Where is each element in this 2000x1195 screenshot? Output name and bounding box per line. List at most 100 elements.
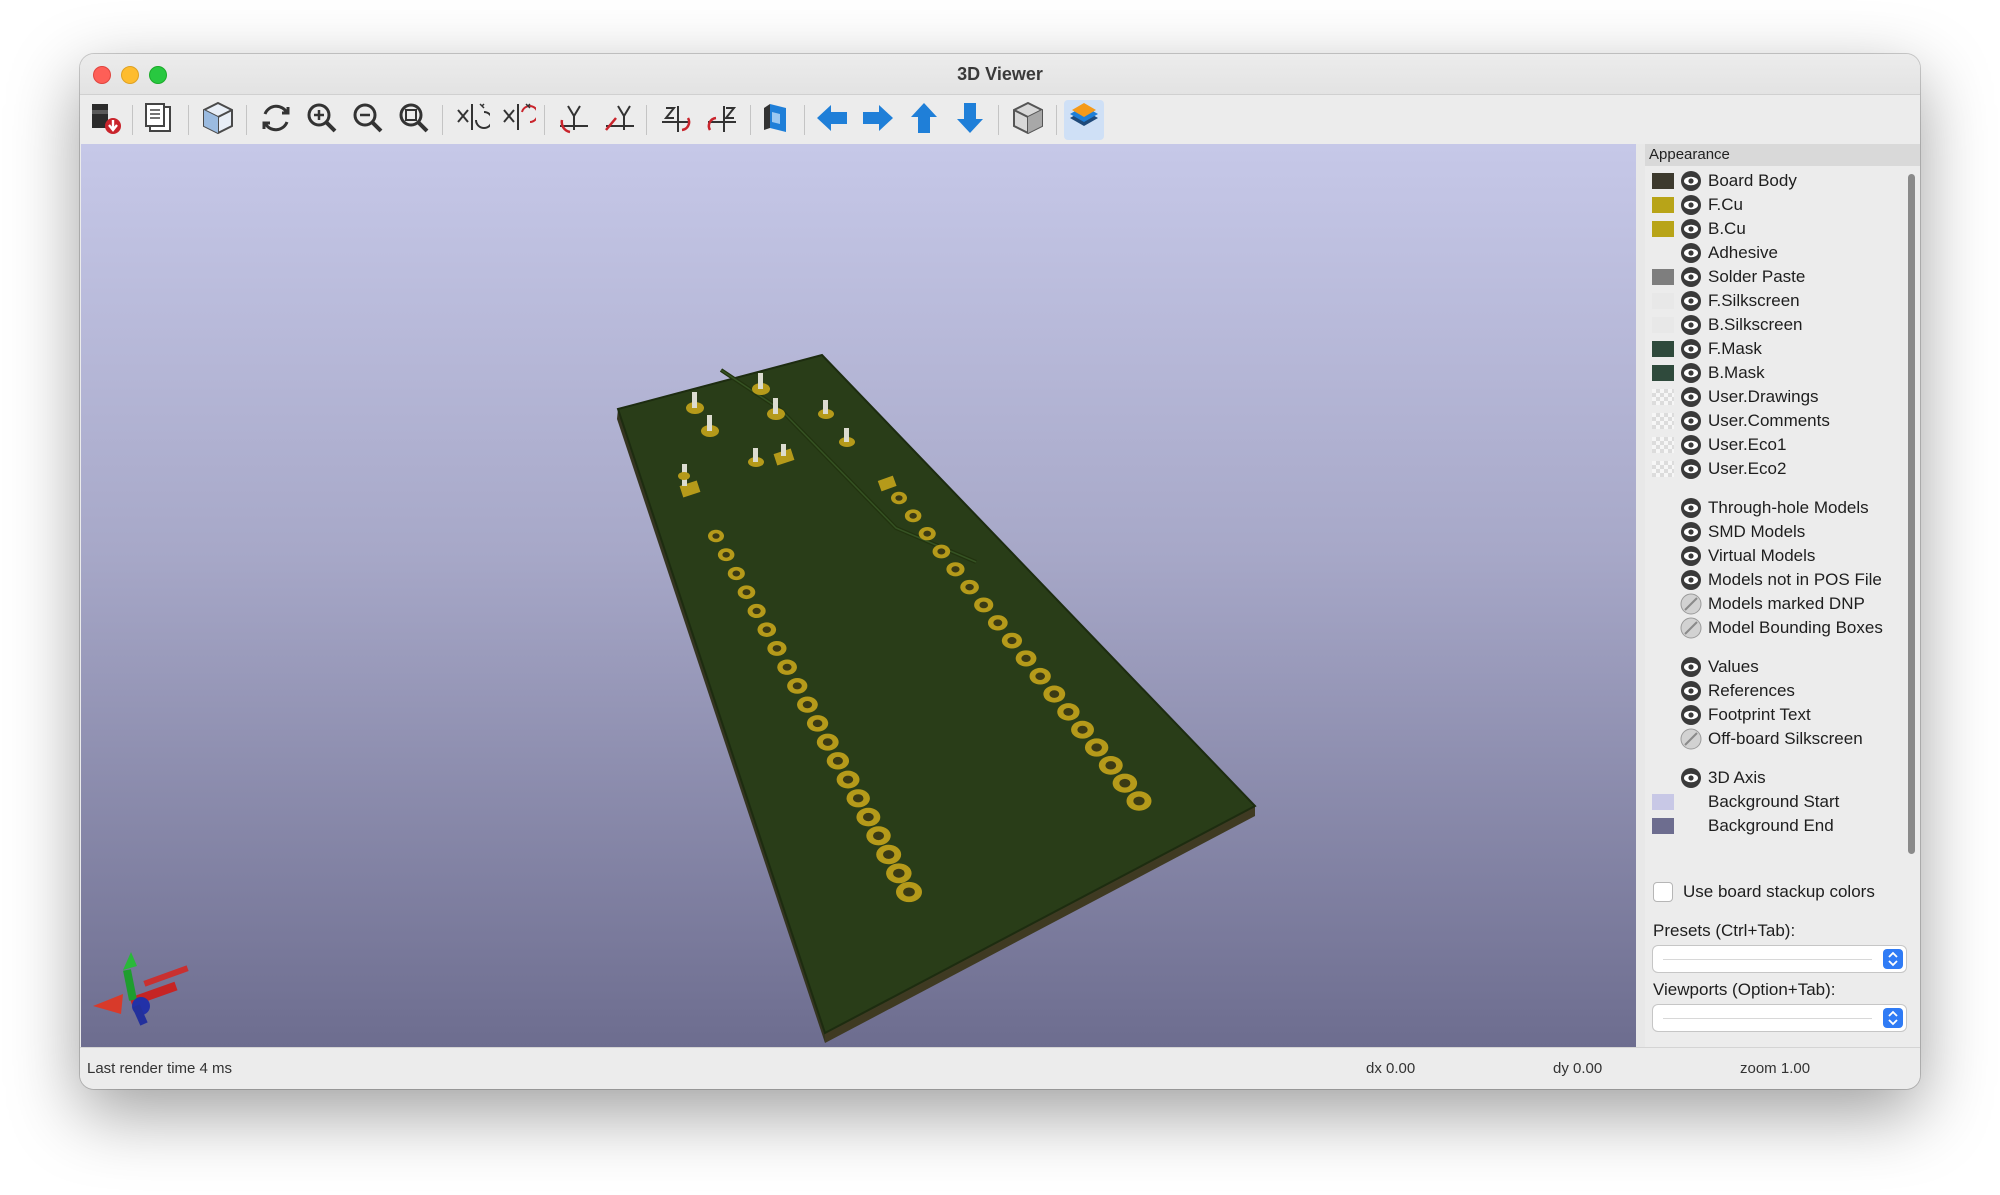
layer-row-user-drawings[interactable]: User.Drawings <box>1645 385 1907 409</box>
layer-row-solder-paste[interactable]: Solder Paste <box>1645 265 1907 289</box>
color-swatch[interactable] <box>1652 317 1674 333</box>
layer-row-f-silkscreen[interactable]: F.Silkscreen <box>1645 289 1907 313</box>
visibility-eye-icon[interactable] <box>1680 767 1702 789</box>
rotate-x-ccw-button[interactable] <box>498 100 539 140</box>
visibility-eye-icon[interactable] <box>1680 545 1702 567</box>
title-bar: 3D Viewer <box>80 54 1920 95</box>
color-swatch[interactable] <box>1652 173 1674 189</box>
color-swatch[interactable] <box>1652 461 1674 477</box>
visibility-eye-icon[interactable] <box>1680 656 1702 678</box>
layer-row-board-body[interactable]: Board Body <box>1645 169 1907 193</box>
visibility-hidden-icon[interactable] <box>1680 593 1702 615</box>
visibility-eye-icon[interactable] <box>1680 704 1702 726</box>
visibility-eye-icon[interactable] <box>1680 521 1702 543</box>
pad-hole <box>862 812 874 822</box>
rotate-z-cw-button[interactable] <box>656 100 696 140</box>
orthographic-toggle-button[interactable] <box>1008 100 1048 140</box>
rotate-y-ccw-button[interactable] <box>600 100 640 140</box>
visibility-eye-icon[interactable] <box>1680 680 1702 702</box>
layer-row-f-mask[interactable]: F.Mask <box>1645 337 1907 361</box>
main-toolbar <box>80 95 1920 145</box>
visibility-eye-icon[interactable] <box>1680 290 1702 312</box>
move-up-button[interactable] <box>904 100 944 140</box>
color-swatch[interactable] <box>1652 221 1674 237</box>
rotate-x-cw-button[interactable] <box>452 100 493 140</box>
color-swatch[interactable] <box>1652 437 1674 453</box>
visibility-eye-icon[interactable] <box>1680 242 1702 264</box>
color-swatch[interactable] <box>1652 293 1674 309</box>
layer-list-scrollbar[interactable] <box>1908 174 1915 854</box>
raytracing-toggle-button[interactable] <box>198 100 238 140</box>
layer-row-b-mask[interactable]: B.Mask <box>1645 361 1907 385</box>
layer-row-b-silkscreen[interactable]: B.Silkscreen <box>1645 313 1907 337</box>
color-swatch[interactable] <box>1652 341 1674 357</box>
color-swatch[interactable] <box>1652 269 1674 285</box>
rotate-y-cw-button[interactable] <box>554 100 594 140</box>
visibility-eye-icon[interactable] <box>1680 362 1702 384</box>
presets-select[interactable] <box>1653 946 1906 972</box>
visibility-eye-icon[interactable] <box>1680 338 1702 360</box>
layer-row-3d-axis[interactable]: 3D Axis <box>1645 766 1907 790</box>
move-left-button[interactable] <box>812 100 852 140</box>
layer-row-user-eco1[interactable]: User.Eco1 <box>1645 433 1907 457</box>
layer-row-model-bounding-boxes[interactable]: Model Bounding Boxes <box>1645 616 1907 640</box>
visibility-eye-icon[interactable] <box>1680 458 1702 480</box>
layer-row-f-cu[interactable]: F.Cu <box>1645 193 1907 217</box>
layer-row-smd-models[interactable]: SMD Models <box>1645 520 1907 544</box>
3d-viewport[interactable] <box>81 144 1636 1047</box>
visibility-hidden-icon[interactable] <box>1680 617 1702 639</box>
layer-row-through-hole-models[interactable]: Through-hole Models <box>1645 496 1907 520</box>
refresh-icon <box>258 100 294 141</box>
layer-row-background-start[interactable]: Background Start <box>1645 790 1907 814</box>
flip-board-button[interactable] <box>758 100 798 140</box>
dx-status: dx 0.00 <box>1366 1060 1416 1077</box>
layer-row-user-eco2[interactable]: User.Eco2 <box>1645 457 1907 481</box>
visibility-eye-icon[interactable] <box>1680 410 1702 432</box>
layer-row-values[interactable]: Values <box>1645 655 1907 679</box>
layer-row-references[interactable]: References <box>1645 679 1907 703</box>
rotate-z-ccw-button[interactable] <box>702 100 742 140</box>
move-down-button[interactable] <box>950 100 990 140</box>
layer-row-off-board-silkscreen[interactable]: Off-board Silkscreen <box>1645 727 1907 751</box>
visibility-eye-icon[interactable] <box>1680 386 1702 408</box>
layer-row-footprint-text[interactable]: Footprint Text <box>1645 703 1907 727</box>
color-swatch[interactable] <box>1652 365 1674 381</box>
visibility-eye-icon[interactable] <box>1680 218 1702 240</box>
zoom-out-button[interactable] <box>348 100 388 140</box>
visibility-eye-icon[interactable] <box>1680 314 1702 336</box>
layer-label: B.Silkscreen <box>1708 315 1803 334</box>
move-right-button[interactable] <box>858 100 898 140</box>
color-swatch[interactable] <box>1652 413 1674 429</box>
visibility-eye-icon[interactable] <box>1680 194 1702 216</box>
layer-label: References <box>1708 681 1795 700</box>
color-swatch[interactable] <box>1652 389 1674 405</box>
pad-hole <box>712 533 720 539</box>
color-swatch[interactable] <box>1652 794 1674 810</box>
appearance-panel-toggle-button[interactable] <box>1064 100 1104 140</box>
layer-row-b-cu[interactable]: B.Cu <box>1645 217 1907 241</box>
reload-board-button[interactable] <box>256 100 296 140</box>
visibility-hidden-icon[interactable] <box>1680 728 1702 750</box>
layer-row-models-marked-dnp[interactable]: Models marked DNP <box>1645 592 1907 616</box>
zoom-fit-button[interactable] <box>394 100 434 140</box>
color-swatch[interactable] <box>1652 197 1674 213</box>
color-swatch[interactable] <box>1652 818 1674 834</box>
visibility-eye-icon[interactable] <box>1680 170 1702 192</box>
layer-label: User.Eco2 <box>1708 459 1787 478</box>
layer-row-adhesive[interactable]: Adhesive <box>1645 241 1907 265</box>
use-stackup-checkbox[interactable] <box>1653 882 1673 902</box>
panel-splitter[interactable] <box>1636 144 1645 1047</box>
layer-row-models-not-in-pos-file[interactable]: Models not in POS File <box>1645 568 1907 592</box>
zoom-in-button[interactable] <box>302 100 342 140</box>
visibility-eye-icon[interactable] <box>1680 497 1702 519</box>
viewports-select[interactable] <box>1653 1005 1906 1031</box>
export-image-button[interactable] <box>86 100 126 140</box>
visibility-eye-icon[interactable] <box>1680 434 1702 456</box>
layer-row-user-comments[interactable]: User.Comments <box>1645 409 1907 433</box>
visibility-eye-icon[interactable] <box>1680 266 1702 288</box>
raytrace-icon <box>200 100 236 141</box>
layer-row-virtual-models[interactable]: Virtual Models <box>1645 544 1907 568</box>
visibility-eye-icon[interactable] <box>1680 569 1702 591</box>
layer-row-background-end[interactable]: Background End <box>1645 814 1907 838</box>
copy-to-clipboard-button[interactable] <box>140 100 180 140</box>
